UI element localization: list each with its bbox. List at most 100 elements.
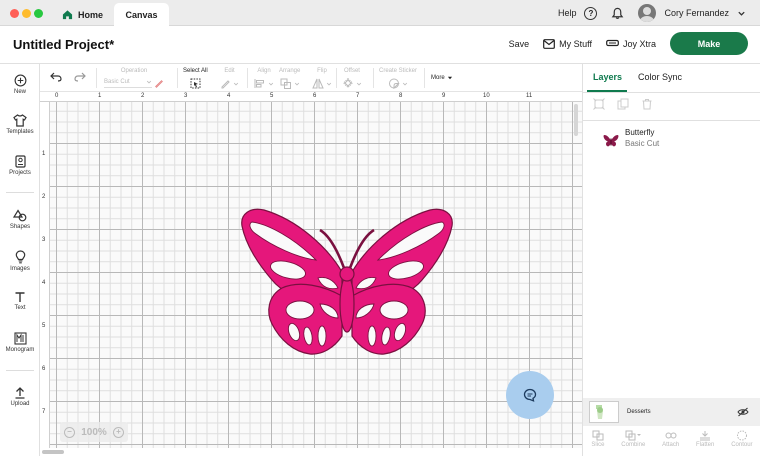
toolbar-divider [177, 68, 178, 88]
edit-toolbar: Operation Basic Cut Select All Edit Alig… [40, 64, 582, 92]
zoom-out-button[interactable]: − [64, 426, 75, 438]
upload-icon [15, 387, 25, 399]
rail-item-shapes[interactable]: Shapes [0, 209, 40, 230]
select-all-icon [190, 78, 201, 89]
flatten-button[interactable]: Flatten [696, 430, 714, 448]
slice-label: Slice [591, 442, 605, 448]
offset-icon [342, 78, 354, 89]
my-stuff-button[interactable]: My Stuff [543, 39, 592, 49]
flip-label: Flip [317, 68, 327, 74]
joy-xtra-label: Joy Xtra [622, 38, 656, 49]
toolbar-divider [247, 68, 248, 88]
chevron-down-icon[interactable] [737, 9, 746, 18]
trash-icon[interactable] [641, 98, 653, 110]
layer-actions [593, 98, 653, 110]
tab-home[interactable]: Home [56, 3, 112, 26]
maximize-window-button[interactable] [34, 9, 43, 18]
group-icon[interactable] [593, 98, 605, 110]
ruler-tick: 2 [141, 93, 145, 99]
chevron-down-icon [233, 82, 239, 85]
horizontal-scrollbar-thumb[interactable] [42, 450, 64, 454]
joy-xtra-button[interactable]: Joy Xtra [606, 39, 656, 49]
canvas-mat-row[interactable]: Desserts [583, 398, 760, 426]
avatar[interactable] [638, 4, 657, 22]
contour-button[interactable]: Contour [731, 430, 753, 448]
tab-canvas[interactable]: Canvas [114, 3, 169, 26]
flip-icon [312, 78, 324, 89]
more-menu-button[interactable]: More [431, 75, 453, 81]
ruler-tick: 8 [399, 93, 403, 99]
zoom-in-button[interactable]: + [112, 426, 124, 438]
tab-layers[interactable]: Layers [593, 72, 622, 82]
machine-icon [606, 39, 619, 47]
ruler-tick: 4 [227, 93, 231, 99]
close-window-button[interactable] [10, 9, 19, 18]
chevron-down-icon [402, 82, 408, 85]
duplicate-icon[interactable] [617, 98, 629, 110]
save-button[interactable]: Save [509, 39, 530, 49]
rail-divider [6, 192, 34, 193]
ruler-tick: 1 [98, 93, 102, 99]
ruler-tick: 7 [42, 409, 46, 415]
attach-button[interactable]: Attach [662, 430, 679, 448]
pen-icon [155, 80, 163, 88]
layer-item[interactable]: Butterfly Basic Cut [603, 128, 659, 148]
rail-item-text[interactable]: Text [0, 291, 40, 311]
design-canvas[interactable]: 0 1 2 3 4 5 6 7 8 9 10 11 1 2 3 4 5 6 7 [40, 92, 582, 456]
projects-icon [14, 155, 26, 168]
slice-button[interactable]: Slice [591, 430, 604, 448]
redo-icon[interactable] [74, 72, 86, 82]
panel-divider [583, 120, 760, 121]
project-title[interactable]: Untitled Project* [13, 37, 114, 52]
bell-icon[interactable] [611, 7, 624, 20]
rail-item-templates[interactable]: Templates [0, 114, 40, 135]
butterfly-design[interactable] [238, 208, 456, 362]
rail-item-monogram[interactable]: Monogram [0, 332, 40, 353]
visibility-off-icon[interactable] [737, 407, 749, 417]
operation-select[interactable]: Basic Cut [104, 79, 152, 88]
rail-label-monogram: Monogram [5, 347, 35, 353]
rail-item-new[interactable]: New [0, 74, 40, 95]
save-label: Save [508, 38, 530, 49]
toolbar-divider [424, 68, 425, 88]
select-all-control[interactable]: Select All [183, 68, 208, 89]
edit-pencil-icon [221, 80, 230, 89]
rail-item-images[interactable]: Images [0, 250, 40, 272]
mat-label: Desserts [627, 409, 651, 415]
chevron-down-icon [268, 82, 274, 85]
rail-item-upload[interactable]: Upload [0, 386, 40, 407]
envelope-icon [543, 38, 556, 49]
align-control[interactable]: Align [254, 68, 274, 89]
ruler-tick: 7 [356, 93, 360, 99]
lightbulb-icon [15, 250, 25, 264]
vertical-scrollbar[interactable] [574, 104, 578, 136]
sticker-icon [389, 78, 400, 89]
create-sticker-control[interactable]: Create Sticker [379, 68, 417, 89]
chat-button[interactable] [506, 371, 554, 419]
flip-control[interactable]: Flip [312, 68, 332, 89]
help-label[interactable]: Help [558, 8, 577, 18]
flatten-icon [700, 431, 711, 441]
minimize-window-button[interactable] [22, 9, 31, 18]
caret-down-icon [447, 76, 452, 80]
rail-item-projects[interactable]: Projects [0, 155, 40, 176]
operation-control[interactable]: Operation Basic Cut [104, 68, 164, 88]
arrange-control[interactable]: Arrange [279, 68, 300, 89]
help-icon[interactable]: ? [584, 6, 598, 20]
offset-control[interactable]: Offset [342, 68, 362, 89]
align-label: Align [257, 68, 271, 74]
edit-control[interactable]: Edit [220, 68, 239, 89]
ruler-left: 1 2 3 4 5 6 7 [40, 102, 50, 456]
rail-label-upload: Upload [10, 401, 30, 407]
make-button[interactable]: Make [670, 32, 748, 55]
combine-icon [625, 430, 642, 441]
mat-thumbnail [589, 401, 619, 423]
user-name[interactable]: Cory Fernandez [664, 8, 729, 18]
rail-divider [6, 370, 34, 371]
slice-icon [592, 430, 604, 441]
undo-icon[interactable] [50, 72, 62, 82]
combine-button[interactable]: Combine [621, 430, 645, 448]
horizontal-scrollbar[interactable] [40, 448, 582, 456]
tab-color-sync[interactable]: Color Sync [638, 72, 682, 82]
create-sticker-label: Create Sticker [379, 68, 418, 74]
